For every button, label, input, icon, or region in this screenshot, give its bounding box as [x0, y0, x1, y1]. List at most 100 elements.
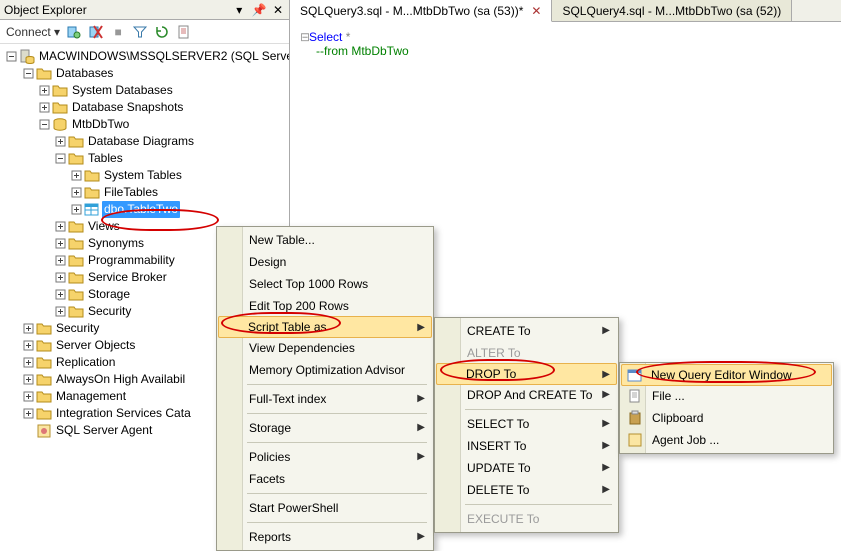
folder-icon — [68, 287, 84, 303]
folder-icon — [68, 151, 84, 167]
menu-powershell[interactable]: Start PowerShell — [219, 497, 431, 519]
menu-fulltext[interactable]: Full-Text index▶ — [219, 388, 431, 410]
context-menu-1: New Table... Design Select Top 1000 Rows… — [216, 226, 434, 551]
menu-create-to[interactable]: CREATE To▶ — [437, 320, 616, 342]
tree-databases[interactable]: Databases — [20, 65, 289, 82]
submenu-arrow-icon: ▶ — [602, 484, 610, 495]
expand-icon[interactable] — [54, 136, 66, 148]
server-icon — [19, 49, 35, 65]
tree-item[interactable]: System Tables — [68, 167, 289, 184]
menu-view-deps[interactable]: View Dependencies — [219, 337, 431, 359]
code-editor[interactable]: ⊟Select * --from MtbDbTwo — [290, 22, 841, 58]
panel-titlebar: Object Explorer ▾ 📌 ✕ — [0, 0, 289, 20]
collapse-icon[interactable] — [22, 68, 34, 80]
filter-icon[interactable] — [132, 24, 148, 40]
dropdown-icon[interactable]: ▾ — [232, 3, 246, 17]
tab-active[interactable]: SQLQuery3.sql - M...MtbDbTwo (sa (53))*✕ — [290, 0, 552, 22]
tree-server-node[interactable]: MACWINDOWS\MSSQLSERVER2 (SQL Serve — [4, 48, 289, 65]
tab-close-icon[interactable]: ✕ — [531, 4, 541, 18]
separator — [247, 522, 427, 523]
menu-delete-to[interactable]: DELETE To▶ — [437, 479, 616, 501]
expand-icon[interactable] — [54, 306, 66, 318]
tree-item[interactable]: Database Diagrams — [52, 133, 289, 150]
refresh-icon[interactable] — [154, 24, 170, 40]
code-fold-icon[interactable]: ⊟ — [300, 30, 309, 44]
submenu-arrow-icon: ▶ — [417, 322, 425, 333]
expand-icon[interactable] — [54, 255, 66, 267]
expand-icon[interactable] — [70, 204, 82, 216]
folder-icon — [36, 389, 52, 405]
menu-select-to[interactable]: SELECT To▶ — [437, 413, 616, 435]
menu-insert-to[interactable]: INSERT To▶ — [437, 435, 616, 457]
tree-item[interactable]: System Databases — [36, 82, 289, 99]
folder-icon — [68, 219, 84, 235]
menu-new-table[interactable]: New Table... — [219, 229, 431, 251]
submenu-arrow-icon: ▶ — [602, 369, 610, 380]
menu-reports[interactable]: Reports▶ — [219, 526, 431, 548]
context-menu-3: New Query Editor Window File ... Clipboa… — [619, 362, 834, 454]
separator — [465, 409, 612, 410]
menu-drop-create-to[interactable]: DROP And CREATE To▶ — [437, 384, 616, 406]
connect-button[interactable]: Connect ▾ — [6, 25, 60, 39]
menu-drop-to[interactable]: DROP To▶ — [436, 363, 617, 385]
tree-db[interactable]: MtbDbTwo — [36, 116, 289, 133]
menu-edit-top[interactable]: Edit Top 200 Rows — [219, 295, 431, 317]
menu-design[interactable]: Design — [219, 251, 431, 273]
expand-icon[interactable] — [54, 289, 66, 301]
tree-table-two[interactable]: dbo.TableTwo — [68, 201, 289, 218]
expand-icon[interactable] — [38, 85, 50, 97]
folder-icon — [36, 321, 52, 337]
pin-icon[interactable]: 📌 — [252, 3, 266, 17]
tree-item[interactable]: FileTables — [68, 184, 289, 201]
agent-icon — [36, 423, 52, 439]
connect-toolbar: Connect ▾ ■ — [0, 20, 289, 44]
script-icon[interactable] — [176, 24, 192, 40]
menu-update-to[interactable]: UPDATE To▶ — [437, 457, 616, 479]
expand-icon[interactable] — [70, 170, 82, 182]
folder-icon — [68, 134, 84, 150]
expand-icon[interactable] — [22, 340, 34, 352]
expand-icon[interactable] — [70, 187, 82, 199]
expand-icon[interactable] — [22, 391, 34, 403]
expand-icon[interactable] — [38, 102, 50, 114]
folder-icon — [68, 236, 84, 252]
collapse-icon[interactable] — [54, 153, 66, 165]
folder-icon — [36, 372, 52, 388]
collapse-icon[interactable] — [6, 51, 17, 63]
menu-policies[interactable]: Policies▶ — [219, 446, 431, 468]
file-icon — [627, 388, 643, 404]
separator — [247, 493, 427, 494]
clipboard-icon — [627, 410, 643, 426]
menu-agent-job[interactable]: Agent Job ... — [622, 429, 831, 451]
menu-file[interactable]: File ... — [622, 385, 831, 407]
menu-facets[interactable]: Facets — [219, 468, 431, 490]
close-icon[interactable]: ✕ — [271, 3, 285, 17]
menu-new-query-window[interactable]: New Query Editor Window — [621, 364, 832, 386]
folder-icon — [84, 168, 100, 184]
expand-icon[interactable] — [54, 221, 66, 233]
stop-icon[interactable]: ■ — [110, 24, 126, 40]
expand-icon[interactable] — [22, 357, 34, 369]
separator — [247, 413, 427, 414]
submenu-arrow-icon: ▶ — [417, 531, 425, 542]
menu-script-table[interactable]: Script Table as▶ — [218, 316, 432, 338]
tab-inactive[interactable]: SQLQuery4.sql - M...MtbDbTwo (sa (52)) — [552, 0, 792, 21]
menu-select-top[interactable]: Select Top 1000 Rows — [219, 273, 431, 295]
connect-icon[interactable] — [66, 24, 82, 40]
menu-clipboard[interactable]: Clipboard — [622, 407, 831, 429]
tree-item[interactable]: Database Snapshots — [36, 99, 289, 116]
collapse-icon[interactable] — [38, 119, 50, 131]
expand-icon[interactable] — [54, 238, 66, 250]
expand-icon[interactable] — [22, 374, 34, 386]
expand-icon[interactable] — [22, 408, 34, 420]
submenu-arrow-icon: ▶ — [602, 389, 610, 400]
expand-icon[interactable] — [54, 272, 66, 284]
folder-icon — [52, 83, 68, 99]
expand-icon[interactable] — [22, 323, 34, 335]
separator — [247, 384, 427, 385]
disconnect-icon[interactable] — [88, 24, 104, 40]
tree-tables[interactable]: Tables — [52, 150, 289, 167]
menu-storage[interactable]: Storage▶ — [219, 417, 431, 439]
menu-mem-opt[interactable]: Memory Optimization Advisor — [219, 359, 431, 381]
menu-execute-to: EXECUTE To — [437, 508, 616, 530]
